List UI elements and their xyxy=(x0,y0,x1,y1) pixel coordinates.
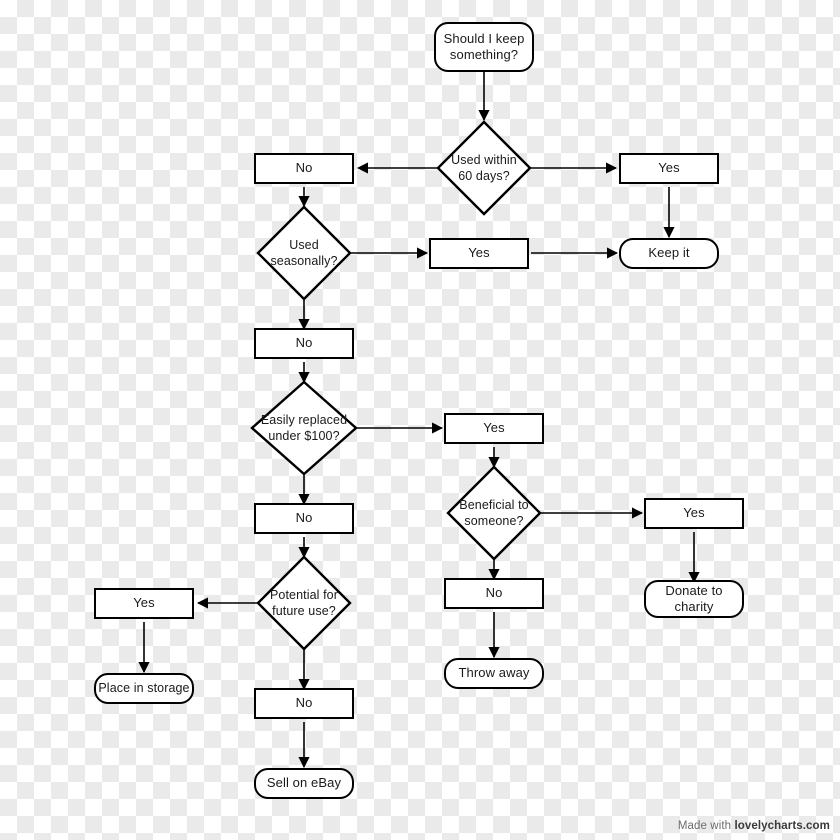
node-no-future-use[interactable]: No xyxy=(254,688,354,719)
node-start[interactable]: Should I keep something? xyxy=(434,22,534,72)
node-donate-to-charity-label: Donate to charity xyxy=(665,582,723,614)
node-yes-future-use-label: Yes xyxy=(133,595,155,611)
diamond-shape-replaced xyxy=(250,380,358,476)
node-no-used-seasonally[interactable]: No xyxy=(254,328,354,359)
node-no-easily-replaced-label: No xyxy=(295,510,313,526)
node-no-beneficial[interactable]: No xyxy=(444,578,544,609)
node-yes-used-seasonally[interactable]: Yes xyxy=(429,238,529,269)
node-start-label: Should I keep something? xyxy=(443,30,525,62)
node-place-in-storage-label: Place in storage xyxy=(98,680,190,695)
flowchart-canvas: Should I keep something? Used within 60 da… xyxy=(0,0,840,840)
node-place-in-storage[interactable]: Place in storage xyxy=(94,673,194,704)
flowchart-edges xyxy=(138,72,700,769)
node-throw-away[interactable]: Throw away xyxy=(444,658,544,689)
node-question-easily-replaced[interactable]: Easily replaced under $100? xyxy=(250,380,358,476)
node-yes-easily-replaced[interactable]: Yes xyxy=(444,413,544,444)
node-sell-on-ebay-label: Sell on eBay xyxy=(266,775,342,791)
node-yes-used-within-60-days-label: Yes xyxy=(658,160,680,176)
node-yes-easily-replaced-label: Yes xyxy=(483,420,505,436)
diamond-shape-seasonal xyxy=(256,205,352,301)
node-question-potential-future-use[interactable]: Potential for future use? xyxy=(256,555,352,651)
node-no-easily-replaced[interactable]: No xyxy=(254,503,354,534)
node-keep-it[interactable]: Keep it xyxy=(619,238,719,269)
diamond-shape-future xyxy=(256,555,352,651)
node-yes-beneficial[interactable]: Yes xyxy=(644,498,744,529)
node-question-used-seasonally[interactable]: Used seasonally? xyxy=(256,205,352,301)
node-yes-future-use[interactable]: Yes xyxy=(94,588,194,619)
diamond-shape-beneficial xyxy=(446,465,542,561)
node-throw-away-label: Throw away xyxy=(458,665,530,681)
node-question-used-within-60-days[interactable]: Used within 60 days? xyxy=(436,120,532,216)
node-yes-used-within-60-days[interactable]: Yes xyxy=(619,153,719,184)
watermark-brand: lovelycharts.com xyxy=(734,820,830,832)
watermark-prefix: Made with xyxy=(677,820,735,832)
node-no-used-within-60-days-label: No xyxy=(295,160,313,176)
node-question-beneficial-to-someone[interactable]: Beneficial to someone? xyxy=(446,465,542,561)
node-no-future-use-label: No xyxy=(295,695,313,711)
node-yes-used-seasonally-label: Yes xyxy=(468,245,490,261)
node-donate-to-charity[interactable]: Donate to charity xyxy=(644,580,744,618)
node-no-used-seasonally-label: No xyxy=(295,335,313,351)
node-keep-it-label: Keep it xyxy=(648,245,690,261)
node-no-used-within-60-days[interactable]: No xyxy=(254,153,354,184)
watermark-made-with: Made with lovelycharts.com xyxy=(678,820,830,832)
diamond-shape-used60 xyxy=(436,120,532,216)
node-yes-beneficial-label: Yes xyxy=(683,505,705,521)
node-sell-on-ebay[interactable]: Sell on eBay xyxy=(254,768,354,799)
node-no-beneficial-label: No xyxy=(485,585,503,601)
